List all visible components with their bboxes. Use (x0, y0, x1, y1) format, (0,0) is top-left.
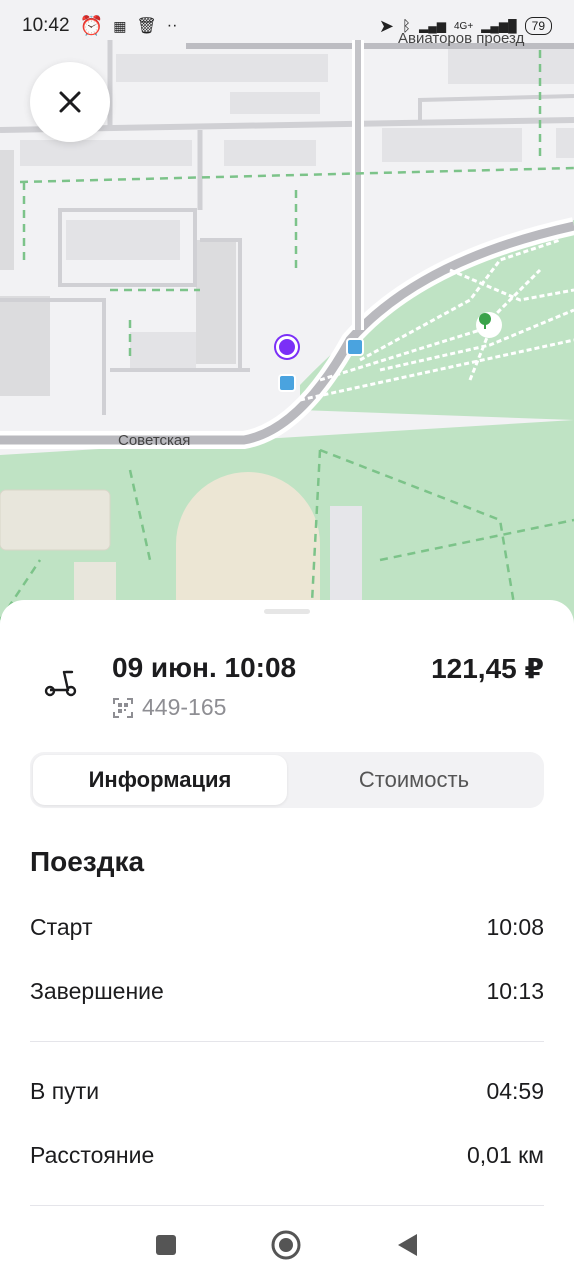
close-button[interactable] (30, 62, 110, 142)
divider (30, 1041, 544, 1042)
row-label: В пути (30, 1078, 100, 1104)
row-value: 0,01 км (466, 1142, 544, 1168)
tab-cost[interactable]: Стоимость (287, 755, 541, 805)
info-row-start: Старт 10:08 (30, 914, 544, 941)
divider (30, 1205, 544, 1206)
trip-price: 121,45 ₽ (431, 653, 544, 684)
qr-code-icon (113, 697, 133, 718)
battery-indicator: 79 (524, 17, 552, 35)
home-button[interactable] (271, 1230, 301, 1260)
bluetooth-icon: ᛒ (402, 17, 412, 35)
scooter-id: 449-165 (142, 694, 227, 720)
park-tree-icon[interactable] (476, 312, 502, 338)
section-title: Поездка (30, 846, 145, 877)
system-nav-bar (0, 1210, 574, 1280)
signal-icon: ▂▄▆ (419, 19, 446, 33)
bus-stop-icon[interactable] (278, 374, 296, 392)
trash-icon: 🗑 (136, 18, 157, 35)
segment-control: Информация Стоимость (30, 752, 544, 808)
location-arrow-icon: ➤ (378, 15, 394, 36)
info-row-end: Завершение 10:13 (30, 978, 544, 1005)
status-time: 10:42 (22, 15, 70, 36)
recents-button[interactable] (155, 1234, 177, 1256)
location-pin-icon[interactable] (276, 336, 298, 358)
scooter-icon (44, 670, 77, 697)
row-value: 10:13 (486, 978, 544, 1004)
more-icon: ·· (166, 17, 178, 34)
back-button[interactable] (395, 1232, 419, 1258)
trip-header: 09 июн. 10:08 121,45 ₽ 449-165 (30, 652, 544, 722)
alarm-icon: ⏰ (79, 16, 104, 37)
sheet-grabber[interactable] (264, 609, 310, 614)
tab-information[interactable]: Информация (33, 755, 287, 805)
trip-details-sheet: 09 июн. 10:08 121,45 ₽ 449-165 Информаци… (0, 600, 574, 1280)
network-type: 4G+ (453, 20, 474, 32)
row-label: Расстояние (30, 1142, 155, 1168)
info-row-duration: В пути 04:59 (30, 1078, 544, 1105)
close-icon (59, 91, 81, 113)
street-label-main: Советская (118, 432, 191, 449)
signal-icon: ▂▄▆█ (481, 19, 517, 33)
row-value: 10:08 (486, 914, 544, 940)
row-label: Завершение (30, 978, 164, 1004)
scooter-id-row: 449-165 (112, 694, 226, 721)
status-bar: 10:42 ⏰ ▦ 🗑 ·· ➤ ᛒ ▂▄▆ 4G+ ▂▄▆█ 79 (0, 0, 574, 52)
notification-icon: ▦ (113, 17, 127, 34)
row-value: 04:59 (486, 1078, 544, 1104)
row-label: Старт (30, 914, 93, 940)
info-row-distance: Расстояние 0,01 км (30, 1142, 544, 1169)
trip-date-time: 09 июн. 10:08 (112, 652, 297, 683)
bus-stop-icon[interactable] (346, 338, 364, 356)
